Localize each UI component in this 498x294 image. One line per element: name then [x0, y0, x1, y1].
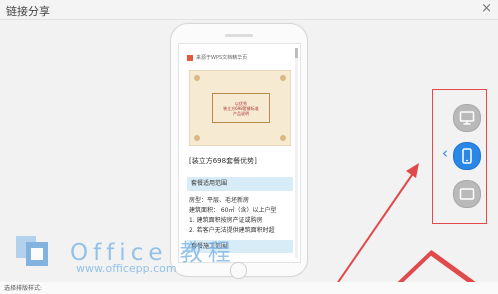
layout-style-label: 选择排版样式: [4, 285, 43, 292]
footer: 选择排版样式: [0, 282, 498, 294]
annotation-arrow [329, 171, 415, 294]
watermark-url: www.officepp.com [76, 262, 177, 275]
watermark-logo-icon [16, 236, 48, 266]
